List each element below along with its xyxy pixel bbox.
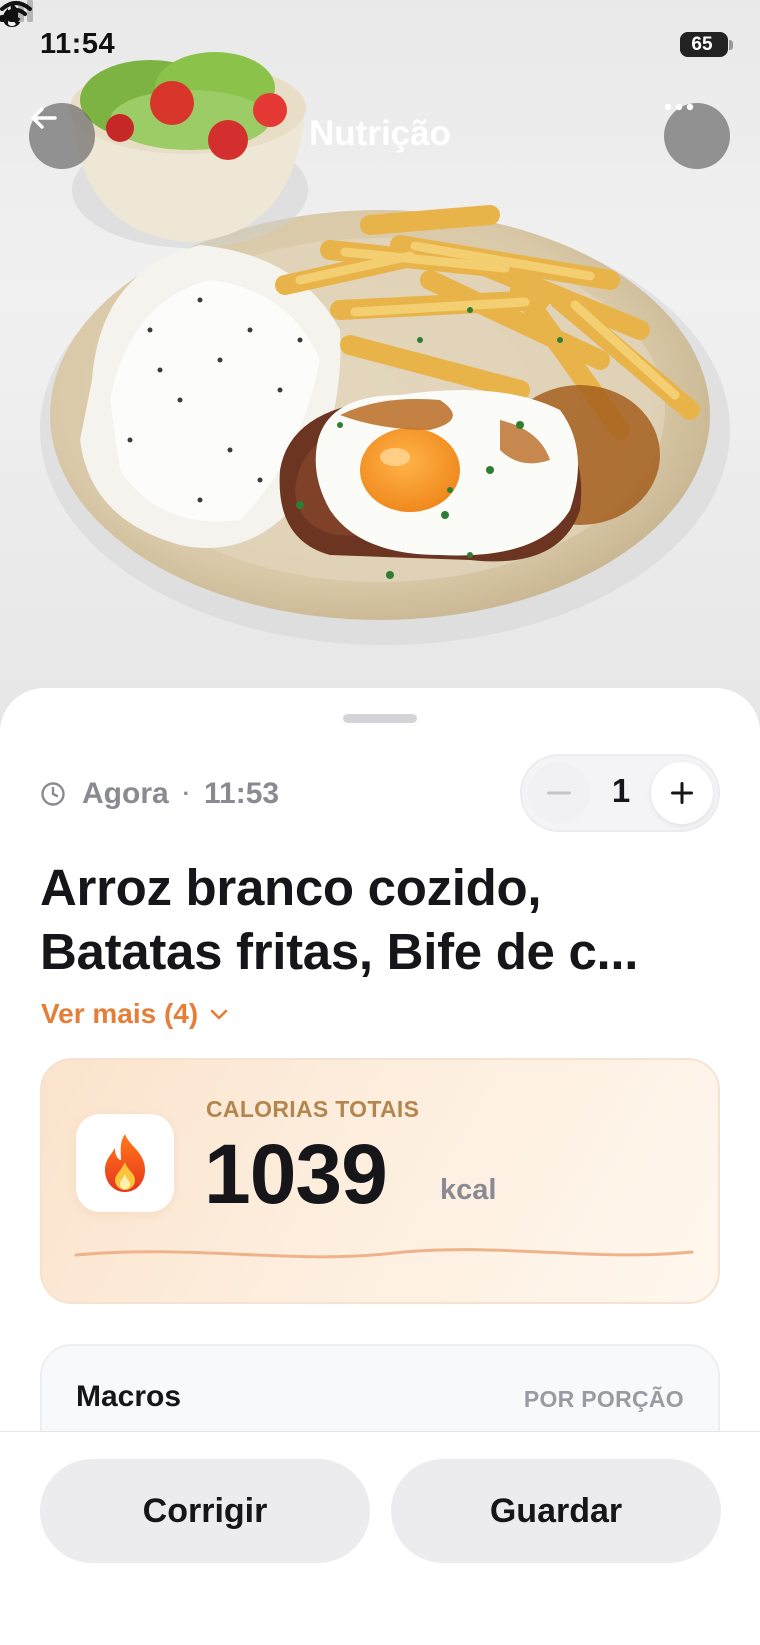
total-calories-card: CALORIAS TOTAIS 1039 kcal <box>40 1058 720 1304</box>
meal-title: Arroz branco cozido, Batatas fritas, Bif… <box>40 856 730 984</box>
see-more-link[interactable]: Ver mais (4) <box>41 998 228 1030</box>
page-title: Nutrição <box>309 114 451 153</box>
quantity-value: 1 <box>611 772 631 809</box>
separator-dot: · <box>182 781 191 806</box>
decrease-quantity-button[interactable] <box>528 762 590 824</box>
plus-icon <box>671 782 693 804</box>
meal-photo: 11:54 65 Nutrição <box>0 0 760 740</box>
clock-icon <box>41 782 65 806</box>
more-options-button[interactable] <box>664 103 730 169</box>
battery-icon: 65 <box>680 32 728 57</box>
calories-icon-box <box>76 1114 174 1212</box>
meal-time: 11:53 <box>204 777 280 810</box>
macros-subtitle: POR PORÇÃO <box>523 1386 684 1412</box>
quantity-stepper: 1 <box>520 754 720 832</box>
status-time: 11:54 <box>40 28 116 60</box>
calories-unit: kcal <box>440 1174 497 1206</box>
meal-time-info: Agora · 11:53 <box>40 774 279 814</box>
bottom-action-bar: Corrigir Guardar <box>0 1431 760 1645</box>
decorative-wave <box>74 1248 694 1259</box>
wifi-icon <box>0 1 32 24</box>
battery-percentage: 65 <box>691 34 713 55</box>
calories-value: 1039 <box>204 1127 388 1221</box>
see-more-label: Ver mais (4) <box>41 998 199 1029</box>
fix-button[interactable]: Corrigir <box>40 1459 370 1563</box>
save-button[interactable]: Guardar <box>391 1459 721 1563</box>
meal-when-label: Agora <box>82 777 169 810</box>
meal-title-line: Batatas fritas, Bife de c... <box>40 923 639 980</box>
calories-label: CALORIAS TOTAIS <box>206 1096 420 1122</box>
status-bar: 11:54 65 <box>0 0 760 92</box>
increase-quantity-button[interactable] <box>651 762 713 824</box>
meal-title-line: Arroz branco cozido, <box>40 859 542 916</box>
chevron-down-icon <box>210 1009 228 1020</box>
flame-icon <box>105 1134 145 1192</box>
battery-tip <box>729 40 733 50</box>
macros-title: Macros <box>76 1380 182 1413</box>
sheet-grabber[interactable] <box>343 714 417 723</box>
more-horizontal-icon <box>664 103 694 111</box>
minus-icon <box>547 791 571 795</box>
